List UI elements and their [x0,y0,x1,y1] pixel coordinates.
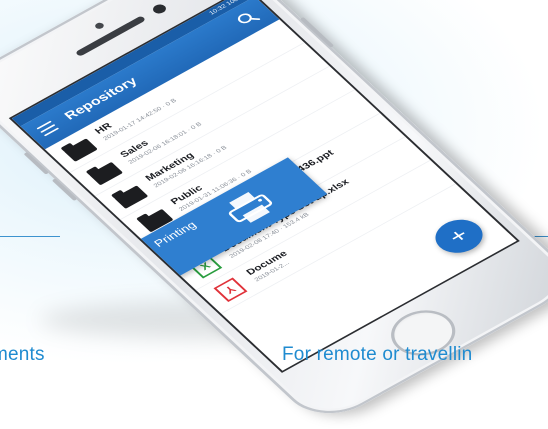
search-icon[interactable] [233,8,263,29]
folder-icon [60,135,99,163]
front-camera [150,2,169,16]
printer-icon [228,192,273,223]
hamburger-menu-icon[interactable] [36,120,60,137]
caption-left: ments [0,344,45,365]
folder-icon [110,182,149,210]
folder-icon [85,158,124,186]
pdf-file-icon: ⅄ [211,276,250,304]
divider-line-left [0,236,60,237]
caption-right: For remote or travellin [282,344,473,365]
add-button[interactable]: + [426,212,492,260]
proximity-sensor [93,21,106,31]
